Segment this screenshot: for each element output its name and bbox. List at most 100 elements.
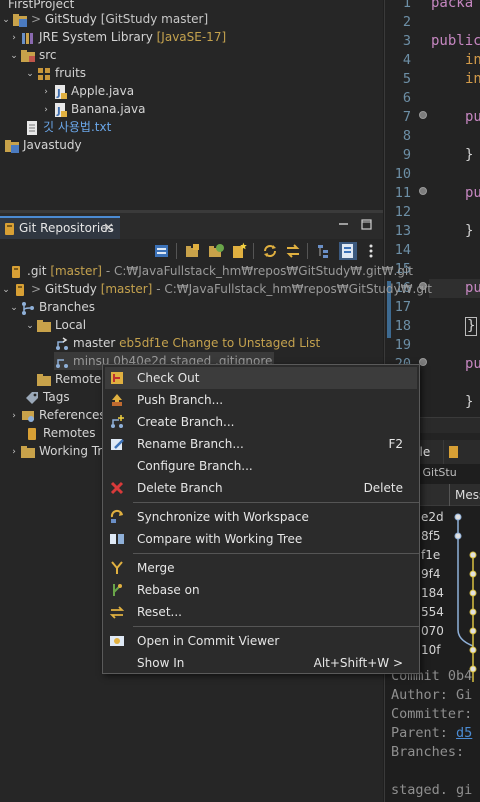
text-file-icon xyxy=(24,120,40,136)
tree-item-txt[interactable]: 깃 사용법.txt xyxy=(24,118,111,136)
menu-item-create-branch[interactable]: Create Branch... xyxy=(105,411,417,433)
branch-master[interactable]: master eb5df1e Change to Unstaged List xyxy=(54,334,320,352)
chevron-down-icon[interactable]: ⌄ xyxy=(24,65,36,83)
minimize-icon[interactable] xyxy=(338,219,349,230)
toolbar-separator xyxy=(307,243,308,259)
tree-item-apple-java[interactable]: › J Apple.java xyxy=(40,82,134,100)
commit-hash[interactable]: 554 xyxy=(421,605,444,619)
add-repository-icon[interactable] xyxy=(184,242,202,260)
menu-item-reset[interactable]: Reset... xyxy=(105,601,417,623)
chevron-down-icon[interactable]: ⌄ xyxy=(0,11,12,29)
tree-item-remotes[interactable]: Remotes xyxy=(24,424,96,442)
svg-text:J: J xyxy=(56,106,61,117)
chevron-down-icon[interactable]: ⌄ xyxy=(0,281,12,299)
tree-item-banana-java[interactable]: › J Banana.java xyxy=(40,100,145,118)
commit-detail-line: staged. gi xyxy=(391,782,473,798)
menu-item-push-branch[interactable]: Push Branch... xyxy=(105,389,417,411)
tab-git-repositories[interactable]: Git Repositories ✕ xyxy=(0,216,120,239)
shortcut-label: Alt+Shift+W > xyxy=(313,656,403,670)
code-line: } xyxy=(465,223,474,239)
create-repository-icon[interactable] xyxy=(230,242,248,260)
tree-item-local[interactable]: ⌄ Local xyxy=(24,316,86,334)
chevron-right-icon[interactable]: › xyxy=(8,443,20,461)
code-line: in xyxy=(465,52,480,68)
chevron-down-icon[interactable]: ⌄ xyxy=(24,317,36,335)
maximize-icon[interactable] xyxy=(361,219,372,230)
chevron-right-icon[interactable]: › xyxy=(8,407,20,425)
tab-label: Git Repositories xyxy=(19,221,114,235)
line-number: 3 xyxy=(402,33,411,49)
fold-marker-icon[interactable] xyxy=(419,358,427,366)
chevron-down-icon[interactable]: ⌄ xyxy=(8,299,20,317)
commit-hash[interactable]: 10f xyxy=(421,643,441,657)
tree-item-branches[interactable]: ⌄ Branches xyxy=(8,298,95,316)
show-details-icon[interactable] xyxy=(339,242,357,260)
synchronize-icon xyxy=(109,509,125,525)
commit-hash[interactable]: e2d xyxy=(421,510,444,524)
parent-commit-link[interactable]: d5 xyxy=(456,725,472,741)
repo-gitstudy[interactable]: ⌄ > GitStudy [master] - C:₩JavaFullstack… xyxy=(0,280,432,298)
view-menu-icon[interactable] xyxy=(362,242,380,260)
chevron-right-icon[interactable]: › xyxy=(40,83,52,101)
chevron-down-icon[interactable]: ⌄ xyxy=(8,47,20,65)
line-number: 4 xyxy=(402,52,411,68)
tree-item-label: Banana.java xyxy=(71,102,146,116)
tree-item-gitstudy[interactable]: ⌄ > GitStudy [GitStudy master] xyxy=(0,10,208,28)
compare-icon xyxy=(109,531,125,547)
menu-item-compare-working-tree[interactable]: Compare with Working Tree xyxy=(105,528,417,550)
tree-item-javastudy[interactable]: Javastudy xyxy=(4,136,82,154)
merge-icon xyxy=(109,560,125,576)
menu-item-open-commit-viewer[interactable]: Open in Commit Viewer xyxy=(105,630,417,652)
commit-hash[interactable]: 9f4 xyxy=(421,567,441,581)
fold-marker-icon[interactable] xyxy=(419,111,427,119)
menu-item-synchronize[interactable]: Synchronize with Workspace xyxy=(105,506,417,528)
toolbar-separator xyxy=(176,243,177,259)
refresh-icon[interactable] xyxy=(261,242,279,260)
code-line: in xyxy=(465,71,480,87)
tree-item-jre[interactable]: › JRE System Library [JavaSE-17] xyxy=(8,28,226,46)
repo-branch: [master] xyxy=(50,264,102,278)
close-icon[interactable]: ✕ xyxy=(103,218,114,239)
tree-item-fruits[interactable]: ⌄ fruits xyxy=(24,64,86,82)
commit-hash[interactable]: 8f5 xyxy=(421,529,441,543)
menu-item-configure-branch[interactable]: Configure Branch... xyxy=(105,455,417,477)
menu-item-rebase-on[interactable]: Rebase on xyxy=(105,579,417,601)
menu-separator xyxy=(133,626,419,627)
tree-item-label: Branches xyxy=(39,300,95,314)
menu-item-delete-branch[interactable]: Delete Branch Delete xyxy=(105,477,417,499)
commit-hash[interactable]: f1e xyxy=(421,548,440,562)
code-line: pu xyxy=(465,280,480,296)
chevron-right-icon[interactable]: › xyxy=(8,29,20,47)
tree-item-tags[interactable]: Tags xyxy=(24,388,70,406)
column-separator[interactable] xyxy=(449,484,450,506)
tree-item-src[interactable]: ⌄ src xyxy=(8,46,56,65)
column-header-message[interactable]: Mess xyxy=(455,488,480,502)
code-line: } xyxy=(465,394,474,410)
tree-item-references[interactable]: › References xyxy=(8,406,106,424)
branch-context-menu: Check Out Push Branch... Create Branch..… xyxy=(102,364,420,674)
git-decoration: [GitStudy master] xyxy=(100,12,209,26)
remotes-icon xyxy=(24,426,40,442)
menu-item-show-in[interactable]: Show In Alt+Shift+W > xyxy=(105,652,417,674)
code-line: pu xyxy=(465,185,480,201)
repo-dotgit[interactable]: .git [master] - C:₩JavaFullstack_hm₩repo… xyxy=(8,262,413,280)
java-file-icon: J xyxy=(52,102,68,118)
commit-hash[interactable]: 070 xyxy=(421,624,444,638)
clone-repository-icon[interactable] xyxy=(207,242,225,260)
tree-item-label: fruits xyxy=(55,66,87,80)
tab-history[interactable] xyxy=(443,440,480,464)
menu-item-merge[interactable]: Merge xyxy=(105,557,417,579)
tree-item-label: Local xyxy=(55,318,87,332)
link-with-selection-icon[interactable] xyxy=(284,242,302,260)
menu-item-check-out[interactable]: Check Out xyxy=(105,367,417,389)
collapse-all-icon[interactable] xyxy=(153,242,171,260)
commit-detail-line: Author: Gi xyxy=(391,687,473,703)
fold-marker-icon[interactable] xyxy=(419,187,427,195)
tree-item-working-tree[interactable]: › Working Tree xyxy=(8,442,117,460)
menu-item-rename-branch[interactable]: Rename Branch... F2 xyxy=(105,433,417,455)
hierarchical-layout-icon[interactable] xyxy=(316,242,334,260)
line-number: 14 xyxy=(394,242,411,258)
commit-hash[interactable]: 184 xyxy=(421,586,444,600)
line-number: 5 xyxy=(402,71,411,87)
chevron-right-icon[interactable]: › xyxy=(40,101,52,119)
